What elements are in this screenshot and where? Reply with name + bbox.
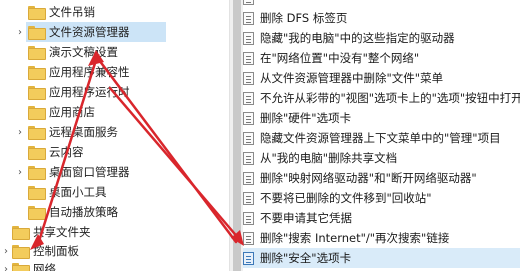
policy-setting-icon xyxy=(243,171,254,185)
tree-item-label: 桌面窗口管理器 xyxy=(49,165,130,179)
policy-setting-icon xyxy=(243,71,254,85)
tree-item-app-compat[interactable]: 应用程序兼容性 xyxy=(28,62,228,82)
policy-setting-icon xyxy=(243,0,254,5)
tree-item-control-panel[interactable]: 控制面板 xyxy=(12,241,212,261)
folder-icon xyxy=(28,146,46,160)
policy-row[interactable]: 删除 DFS 标签页 xyxy=(243,8,520,28)
folder-icon xyxy=(12,226,30,240)
policy-setting-icon xyxy=(243,211,254,225)
policy-setting-icon xyxy=(243,191,254,205)
tree-item-label: 云内容 xyxy=(49,145,84,159)
policy-label: 删除 DFS 标签页 xyxy=(260,11,348,25)
policy-row[interactable]: 从"我的电脑"删除共享文档 xyxy=(243,148,520,168)
policy-setting-icon xyxy=(243,131,254,145)
tree-item-label: 控制面板 xyxy=(33,244,79,258)
chevron-right-icon[interactable]: › xyxy=(14,162,26,182)
policy-row[interactable]: 删除"搜索 Internet"/"再次搜索"链接 xyxy=(243,228,520,248)
chevron-right-icon[interactable]: › xyxy=(14,122,26,142)
policy-label: 不要将已删除的文件移到"回收站" xyxy=(260,191,432,205)
tree-item-presentation-settings[interactable]: 演示文稿设置 xyxy=(28,42,228,62)
policy-label: 删除"搜索 Internet"/"再次搜索"链接 xyxy=(260,231,450,245)
folder-icon xyxy=(28,46,46,60)
policy-label: 在"网络位置"中没有"整个网络" xyxy=(260,51,420,65)
folder-icon xyxy=(28,86,46,100)
policy-setting-icon xyxy=(243,231,254,245)
tree-item-label: 远程桌面服务 xyxy=(49,125,118,139)
folder-icon xyxy=(28,166,46,180)
policy-row-cutoff[interactable] xyxy=(243,0,520,8)
policy-label: 删除"硬件"选项卡 xyxy=(260,111,352,125)
policy-row[interactable]: 隐藏"我的电脑"中的这些指定的驱动器 xyxy=(243,28,520,48)
tree-item-app-store[interactable]: 应用商店 xyxy=(28,102,228,122)
folder-icon xyxy=(28,126,46,140)
policy-list-pane: 删除 DFS 标签页 隐藏"我的电脑"中的这些指定的驱动器 在"网络位置"中没有… xyxy=(243,0,520,271)
tree-item-label: 网络 xyxy=(33,262,56,271)
policy-row[interactable]: 不允许从彩带的"视图"选项卡上的"选项"按钮中打开 xyxy=(243,88,520,108)
folder-icon xyxy=(28,26,46,40)
tree-item-file-revocation[interactable]: 文件吊销 xyxy=(28,2,228,22)
folder-icon xyxy=(28,66,46,80)
tree-item-label: 应用商店 xyxy=(49,105,95,119)
policy-setting-icon xyxy=(243,31,254,45)
tree-item-remote-desktop[interactable]: 远程桌面服务 xyxy=(28,122,228,142)
chevron-right-icon[interactable]: › xyxy=(14,22,26,42)
tree-item-label: 文件资源管理器 xyxy=(49,25,130,39)
policy-row[interactable]: 删除"映射网络驱动器"和"断开网络驱动器" xyxy=(243,168,520,188)
folder-tree-pane: 文件吊销 › 文件资源管理器 演示文稿设置 应用程序兼容性 应用程序运行时 应用… xyxy=(0,0,229,271)
folder-icon xyxy=(28,106,46,120)
policy-row[interactable]: 在"网络位置"中没有"整个网络" xyxy=(243,48,520,68)
policy-label: 从"我的电脑"删除共享文档 xyxy=(260,151,398,165)
chevron-right-icon[interactable]: › xyxy=(0,259,12,271)
policy-label: 隐藏文件资源管理器上下文菜单中的"管理"项目 xyxy=(260,131,501,145)
tree-item-network[interactable]: 网络 xyxy=(12,259,212,271)
tree-scrollbar[interactable] xyxy=(229,0,243,271)
policy-setting-icon xyxy=(243,91,254,105)
policy-setting-icon xyxy=(243,151,254,165)
policy-setting-icon xyxy=(243,51,254,65)
tree-item-dwm[interactable]: 桌面窗口管理器 xyxy=(28,162,228,182)
policy-row[interactable]: 删除"硬件"选项卡 xyxy=(243,108,520,128)
policy-row[interactable]: 从文件资源管理器中删除"文件"菜单 xyxy=(243,68,520,88)
policy-label: 从文件资源管理器中删除"文件"菜单 xyxy=(260,71,444,85)
tree-item-file-explorer[interactable]: 文件资源管理器 xyxy=(26,22,166,42)
chevron-right-icon[interactable]: › xyxy=(0,241,12,261)
tree-item-label: 自动播放策略 xyxy=(49,205,118,219)
tree-item-label: 文件吊销 xyxy=(49,5,95,19)
scrollbar-thumb[interactable] xyxy=(233,0,241,271)
policy-label: 隐藏"我的电脑"中的这些指定的驱动器 xyxy=(260,31,455,45)
folder-icon xyxy=(28,6,46,20)
policy-label: 删除"映射网络驱动器"和"断开网络驱动器" xyxy=(260,171,477,185)
policy-setting-icon xyxy=(243,251,254,265)
tree-item-label: 桌面小工具 xyxy=(49,185,107,199)
folder-icon xyxy=(28,206,46,220)
policy-label: 删除"安全"选项卡 xyxy=(260,251,352,265)
policy-setting-icon xyxy=(243,11,254,25)
policy-row[interactable]: 隐藏文件资源管理器上下文菜单中的"管理"项目 xyxy=(243,128,520,148)
tree-item-label: 演示文稿设置 xyxy=(49,45,118,59)
policy-setting-icon xyxy=(243,111,254,125)
policy-row-selected[interactable]: 删除"安全"选项卡 xyxy=(243,248,520,268)
tree-item-label: 应用程序运行时 xyxy=(49,85,130,99)
folder-icon xyxy=(12,245,30,259)
folder-icon xyxy=(28,186,46,200)
tree-item-autoplay[interactable]: 自动播放策略 xyxy=(28,202,228,222)
tree-item-app-runtime[interactable]: 应用程序运行时 xyxy=(28,82,228,102)
policy-row[interactable]: 不要将已删除的文件移到"回收站" xyxy=(243,188,520,208)
tree-item-desktop-gadgets[interactable]: 桌面小工具 xyxy=(28,182,228,202)
policy-label: 不允许从彩带的"视图"选项卡上的"选项"按钮中打开 xyxy=(260,91,520,105)
tree-item-cloud-content[interactable]: 云内容 xyxy=(28,142,228,162)
policy-label: 不要申请其它凭据 xyxy=(260,211,352,225)
folder-icon xyxy=(12,263,30,271)
tree-item-label: 共享文件夹 xyxy=(33,225,91,239)
tree-item-shared-folders[interactable]: 共享文件夹 xyxy=(12,222,212,242)
tree-item-label: 应用程序兼容性 xyxy=(49,65,130,79)
policy-row[interactable]: 不要申请其它凭据 xyxy=(243,208,520,228)
